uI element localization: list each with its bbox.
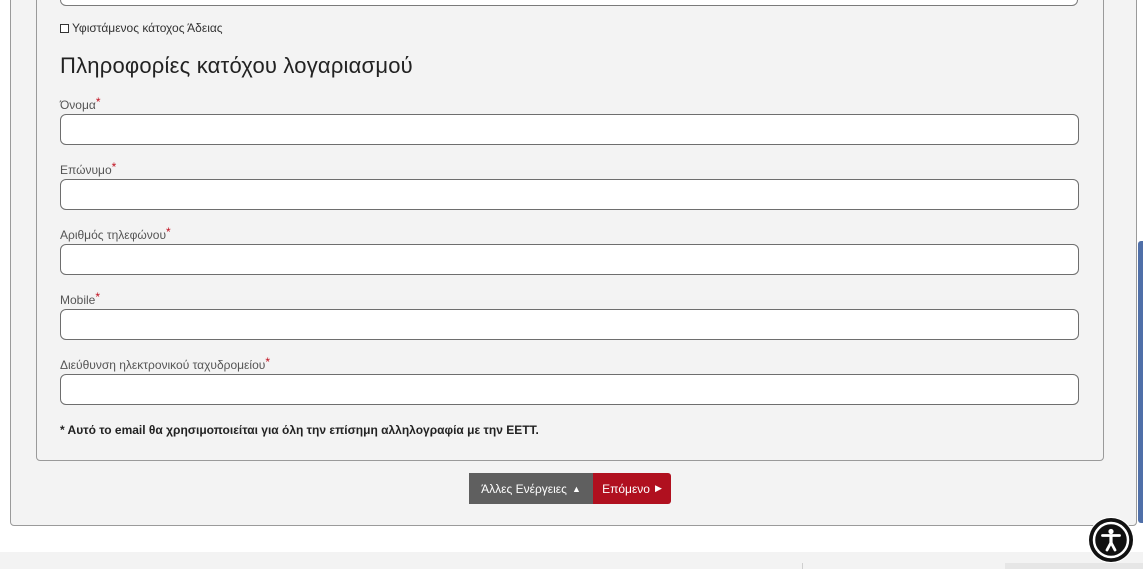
required-marker: * xyxy=(265,355,270,369)
other-actions-label: Άλλες Ενέργειες xyxy=(481,481,567,496)
section-title: Πληροφορίες κατόχου λογαριασμού xyxy=(60,53,413,78)
next-label: Επόμενο xyxy=(602,481,650,496)
last-name-input[interactable] xyxy=(60,179,1079,210)
first-name-label-text: Όνομα xyxy=(60,98,96,112)
required-marker: * xyxy=(111,160,117,174)
side-feedback-tab[interactable] xyxy=(1138,241,1143,523)
required-marker: * xyxy=(166,225,171,239)
triangle-up-icon: ▲ xyxy=(571,483,581,494)
required-marker: * xyxy=(95,95,101,109)
mobile-label-text: Mobile xyxy=(60,293,96,307)
email-label: Διεύθυνση ηλεκτρονικού ταχυδρομείου* xyxy=(60,355,270,372)
last-name-label: Επώνυμο* xyxy=(60,160,116,177)
checkbox-square[interactable] xyxy=(60,23,69,33)
mobile-label: Mobile* xyxy=(60,290,100,307)
triangle-right-icon: ▶ xyxy=(654,483,662,493)
footer-strip xyxy=(0,552,1143,569)
mobile-input[interactable] xyxy=(60,309,1079,340)
first-name-input[interactable] xyxy=(60,114,1079,145)
existing-license-holder-label: Υφιστάμενος κάτοχος Άδειας xyxy=(72,21,223,35)
phone-label-text: Αριθμός τηλεφώνου xyxy=(60,228,167,242)
accessibility-icon xyxy=(1089,518,1133,562)
next-button[interactable]: Επόμενο ▶ xyxy=(593,473,671,504)
last-name-label-text: Επώνυμο xyxy=(60,163,112,177)
phone-label: Αριθμός τηλεφώνου* xyxy=(60,225,171,242)
email-notice: * Αυτό το email θα χρησιμοποιείται για ό… xyxy=(60,423,539,437)
footer-right-block xyxy=(1005,563,1143,569)
accessibility-button[interactable] xyxy=(1088,517,1134,563)
first-name-label: Όνομα* xyxy=(60,95,101,112)
existing-license-holder-checkbox[interactable]: Υφιστάμενος κάτοχος Άδειας xyxy=(60,21,223,35)
phone-input[interactable] xyxy=(60,244,1079,275)
previous-field-input[interactable] xyxy=(60,0,1078,6)
footer-divider xyxy=(802,563,803,569)
other-actions-button[interactable]: Άλλες Ενέργειες ▲ xyxy=(469,473,593,504)
email-label-text: Διεύθυνση ηλεκτρονικού ταχυδρομείου xyxy=(60,358,266,372)
required-marker: * xyxy=(95,290,101,304)
email-input[interactable] xyxy=(60,374,1079,405)
page: Υφιστάμενος κάτοχος Άδειας Πληροφορίες κ… xyxy=(0,0,1143,569)
